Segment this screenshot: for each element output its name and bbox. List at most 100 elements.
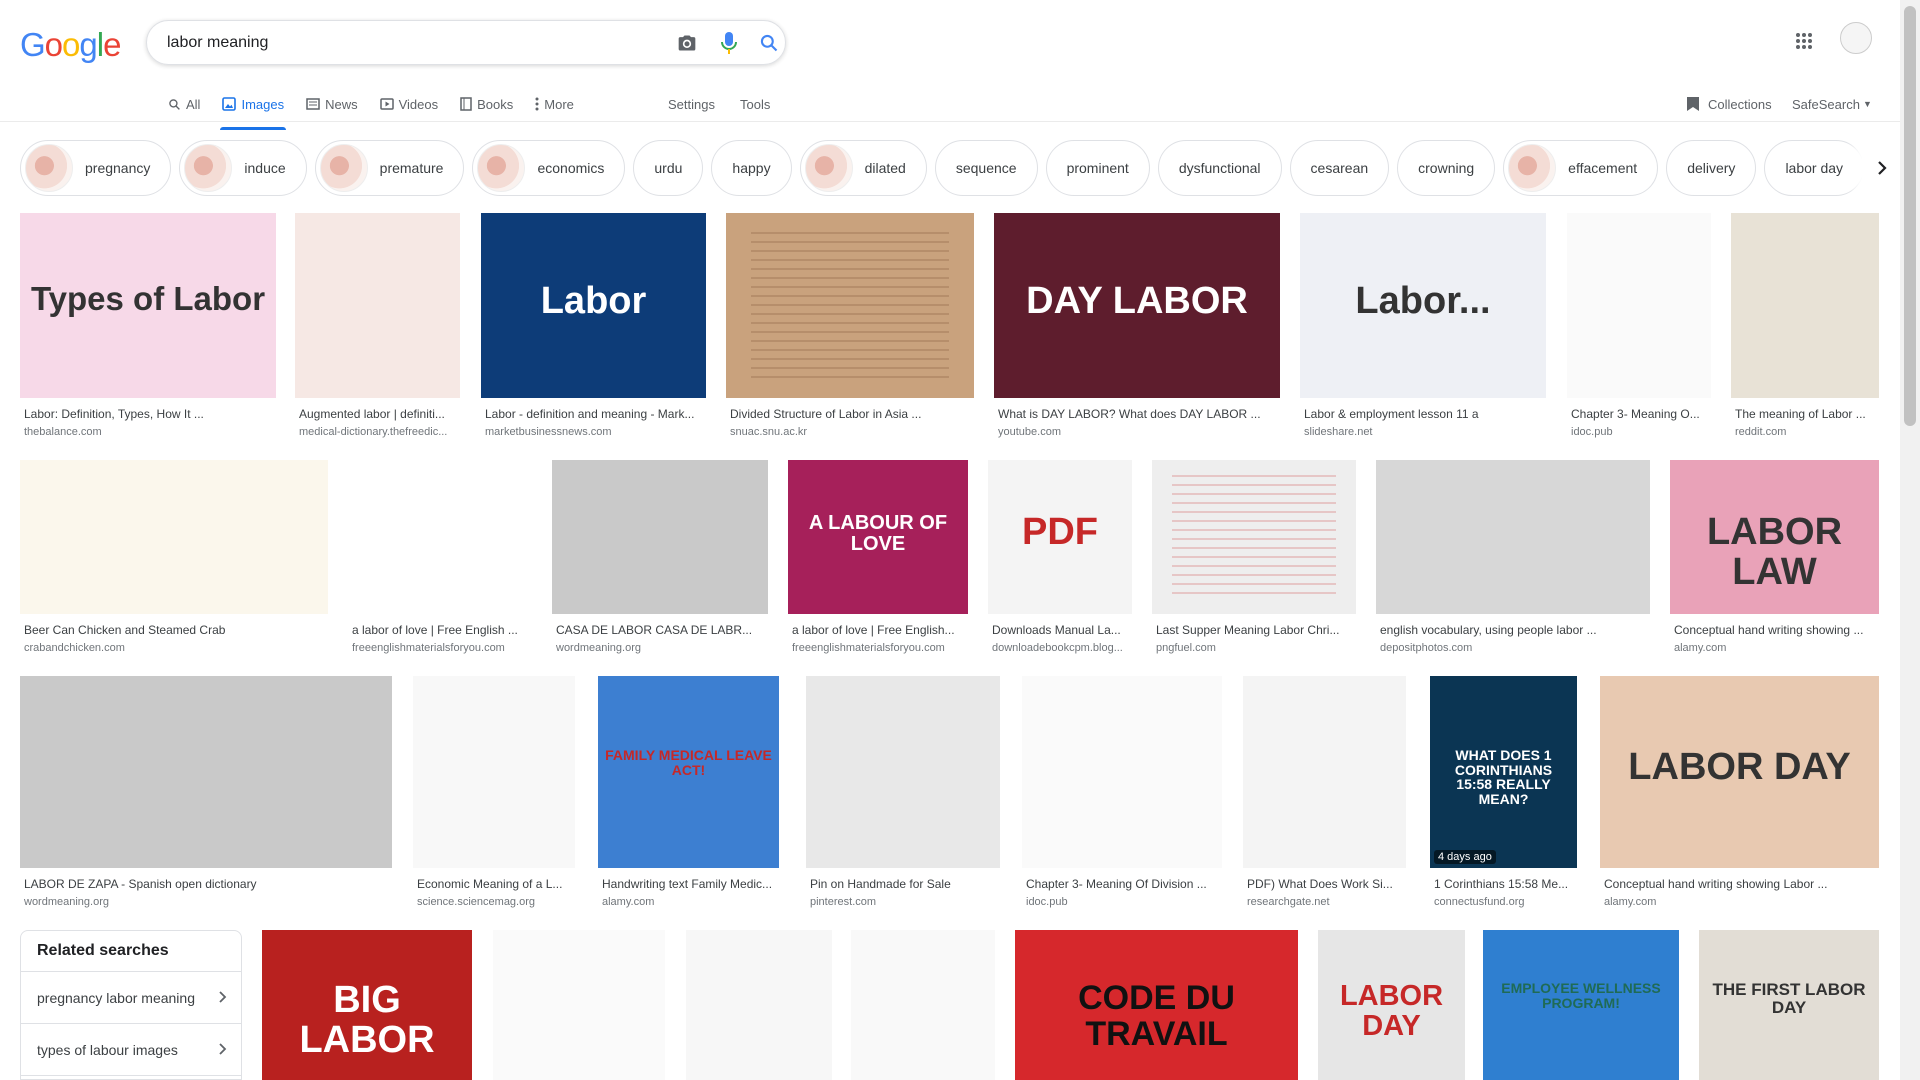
- result-thumbnail[interactable]: LABOR DAY: [1600, 676, 1879, 868]
- image-result[interactable]: PDF Downloads Manual La... downloadebookcp…: [988, 460, 1132, 654]
- image-result[interactable]: Last Supper Meaning Labor Chri... pngfuel…: [1152, 460, 1356, 654]
- chip-effacement[interactable]: effacement: [1503, 140, 1659, 196]
- result-thumbnail[interactable]: THE FIRST LABOR DAY: [1699, 930, 1879, 1080]
- microphone-icon[interactable]: [717, 31, 741, 55]
- result-thumbnail[interactable]: [552, 460, 768, 614]
- safesearch-dropdown[interactable]: SafeSearch ▼: [1792, 88, 1872, 120]
- scrollbar-thumb[interactable]: [1904, 6, 1916, 426]
- result-title[interactable]: Chapter 3- Meaning O...: [1571, 407, 1711, 421]
- image-result[interactable]: a labor of love | Free English ... freeen…: [348, 460, 533, 654]
- result-title[interactable]: LABOR DE ZAPA - Spanish open dictionary: [24, 877, 392, 891]
- related-search-item[interactable]: pregnancy labor meaning: [21, 972, 241, 1024]
- image-result[interactable]: DAY LABOR What is DAY LABOR? What does DA…: [994, 213, 1280, 438]
- image-result[interactable]: BIG LABOR: [262, 930, 472, 1080]
- result-title[interactable]: Chapter 3- Meaning Of Division ...: [1026, 877, 1222, 891]
- chip-economics[interactable]: economics: [472, 140, 626, 196]
- result-thumbnail[interactable]: [1567, 213, 1711, 398]
- chip-happy[interactable]: happy: [711, 140, 792, 196]
- chip-dilated[interactable]: dilated: [799, 140, 927, 196]
- result-thumbnail[interactable]: A LABOUR OF LOVE: [788, 460, 968, 614]
- result-thumbnail[interactable]: [806, 676, 1000, 868]
- image-result[interactable]: Economic Meaning of a L... science.scienc…: [413, 676, 575, 908]
- result-title[interactable]: Augmented labor | definiti...: [299, 407, 460, 421]
- result-title[interactable]: Conceptual hand writing showing ...: [1674, 623, 1879, 637]
- result-title[interactable]: Beer Can Chicken and Steamed Crab: [24, 623, 328, 637]
- tab-more[interactable]: More: [533, 88, 576, 120]
- result-thumbnail[interactable]: [1152, 460, 1356, 614]
- result-thumbnail[interactable]: [1243, 676, 1406, 868]
- image-result[interactable]: Pin on Handmade for Sale pinterest.com: [806, 676, 1000, 908]
- result-title[interactable]: english vocabulary, using people labor .…: [1380, 623, 1650, 637]
- result-title[interactable]: Pin on Handmade for Sale: [810, 877, 1000, 891]
- result-title[interactable]: Divided Structure of Labor in Asia ...: [730, 407, 974, 421]
- image-result[interactable]: Labor... Labor & employment lesson 11 a sl…: [1300, 213, 1546, 438]
- tab-images[interactable]: Images: [220, 88, 286, 130]
- result-thumbnail[interactable]: [686, 930, 832, 1080]
- chip-dysfunctional[interactable]: dysfunctional: [1157, 140, 1282, 196]
- result-title[interactable]: PDF) What Does Work Si...: [1247, 877, 1406, 891]
- result-title[interactable]: What is DAY LABOR? What does DAY LABOR .…: [998, 407, 1280, 421]
- result-thumbnail[interactable]: Types of Labor: [20, 213, 276, 398]
- page-scrollbar[interactable]: [1900, 0, 1920, 1080]
- result-thumbnail[interactable]: [493, 930, 665, 1080]
- image-result[interactable]: Beer Can Chicken and Steamed Crab craband…: [20, 460, 328, 654]
- image-result[interactable]: LABOR DE ZAPA - Spanish open dictionary w…: [20, 676, 392, 908]
- result-thumbnail[interactable]: PDF: [988, 460, 1132, 614]
- result-thumbnail[interactable]: LABOR DAY: [1318, 930, 1465, 1080]
- tab-news[interactable]: News: [304, 88, 360, 120]
- result-thumbnail[interactable]: [348, 460, 533, 614]
- image-result[interactable]: [851, 930, 995, 1080]
- image-result[interactable]: FAMILY MEDICAL LEAVE ACT! Handwriting tex…: [598, 676, 779, 908]
- result-thumbnail[interactable]: [851, 930, 995, 1080]
- result-title[interactable]: Handwriting text Family Medic...: [602, 877, 779, 891]
- image-result[interactable]: The meaning of Labor ... reddit.com: [1731, 213, 1879, 438]
- result-thumbnail[interactable]: BIG LABOR: [262, 930, 472, 1080]
- tab-books[interactable]: Books: [458, 88, 515, 120]
- image-result[interactable]: WHAT DOES 1 CORINTHIANS 15:58 REALLY MEA…: [1430, 676, 1577, 908]
- result-thumbnail[interactable]: [20, 460, 328, 614]
- result-title[interactable]: Conceptual hand writing showing Labor ..…: [1604, 877, 1879, 891]
- result-title[interactable]: Last Supper Meaning Labor Chri...: [1156, 623, 1356, 637]
- result-title[interactable]: 1 Corinthians 15:58 Me...: [1434, 877, 1577, 891]
- search-box[interactable]: labor meaning: [146, 20, 786, 65]
- image-result[interactable]: LABOR LAW Conceptual hand writing showing…: [1670, 460, 1879, 654]
- chip-urdu[interactable]: urdu: [633, 140, 704, 196]
- result-thumbnail[interactable]: FAMILY MEDICAL LEAVE ACT!: [598, 676, 779, 868]
- result-thumbnail[interactable]: EMPLOYEE WELLNESS PROGRAM!: [1483, 930, 1679, 1080]
- result-title[interactable]: Labor & employment lesson 11 a: [1304, 407, 1546, 421]
- search-input[interactable]: labor meaning: [167, 34, 268, 52]
- chip-delivery[interactable]: delivery: [1666, 140, 1757, 196]
- result-title[interactable]: Downloads Manual La...: [992, 623, 1132, 637]
- search-icon[interactable]: [757, 31, 781, 55]
- image-result[interactable]: CODE DU TRAVAIL: [1015, 930, 1298, 1080]
- result-thumbnail[interactable]: [1731, 213, 1879, 398]
- tools-link[interactable]: Tools: [740, 88, 770, 120]
- result-title[interactable]: Labor - definition and meaning - Mark...: [485, 407, 706, 421]
- image-result[interactable]: Types of Labor Labor: Definition, Types, …: [20, 213, 276, 438]
- result-title[interactable]: Labor: Definition, Types, How It ...: [24, 407, 276, 421]
- result-thumbnail[interactable]: [726, 213, 974, 398]
- settings-link[interactable]: Settings: [668, 88, 715, 120]
- image-result[interactable]: [493, 930, 665, 1080]
- apps-grid-icon[interactable]: [1795, 32, 1813, 55]
- chip-cesarean[interactable]: cesarean: [1289, 140, 1390, 196]
- result-thumbnail[interactable]: [1022, 676, 1222, 868]
- chip-crowning[interactable]: crowning: [1397, 140, 1496, 196]
- chips-next-button[interactable]: [1862, 140, 1902, 196]
- image-result[interactable]: A LABOUR OF LOVE a labor of love | Free E…: [788, 460, 968, 654]
- collections-link[interactable]: Collections: [1686, 88, 1772, 120]
- result-thumbnail[interactable]: [20, 676, 392, 868]
- result-title[interactable]: a labor of love | Free English ...: [352, 623, 533, 637]
- camera-icon[interactable]: [675, 31, 699, 55]
- tab-all[interactable]: All: [166, 88, 202, 120]
- chip-premature[interactable]: premature: [314, 140, 465, 196]
- image-result[interactable]: Chapter 3- Meaning O... idoc.pub: [1567, 213, 1711, 438]
- image-result[interactable]: [686, 930, 832, 1080]
- result-thumbnail[interactable]: WHAT DOES 1 CORINTHIANS 15:58 REALLY MEA…: [1430, 676, 1577, 868]
- chip-induce[interactable]: induce: [179, 140, 307, 196]
- image-result[interactable]: Chapter 3- Meaning Of Division ... idoc.p…: [1022, 676, 1222, 908]
- result-thumbnail[interactable]: [1376, 460, 1650, 614]
- result-title[interactable]: The meaning of Labor ...: [1735, 407, 1879, 421]
- result-thumbnail[interactable]: Labor...: [1300, 213, 1546, 398]
- image-result[interactable]: Augmented labor | definiti... medical-dic…: [295, 213, 460, 438]
